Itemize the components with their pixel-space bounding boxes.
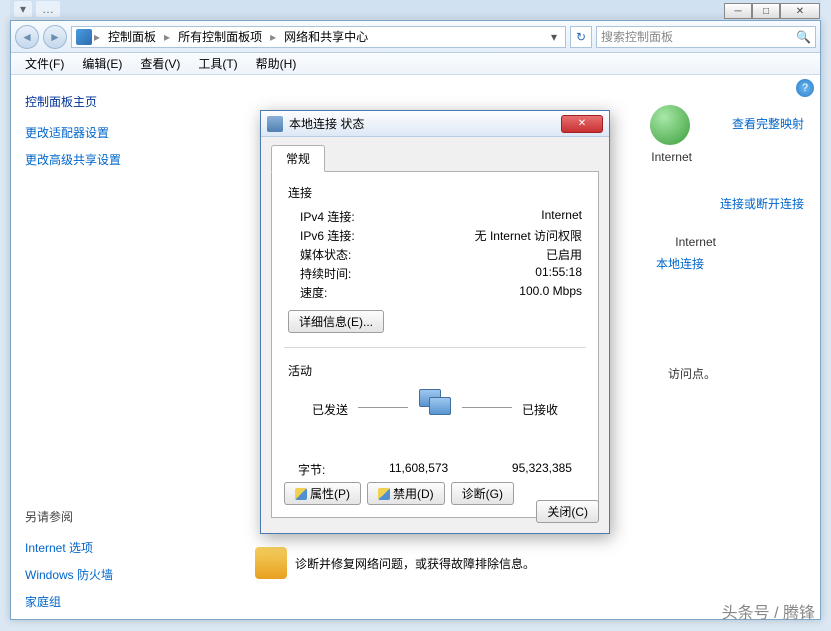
sidebar-heading: 控制面板主页 (25, 93, 197, 110)
menu-bar: 文件(F) 编辑(E) 查看(V) 工具(T) 帮助(H) (11, 53, 820, 75)
details-button[interactable]: 详细信息(E)... (288, 310, 384, 333)
speed-label: 速度: (288, 284, 327, 301)
connect-disconnect-link[interactable]: 连接或断开连接 (720, 195, 804, 212)
menu-help[interactable]: 帮助(H) (248, 53, 305, 74)
seealso-homegroup[interactable]: 家庭组 (25, 593, 197, 610)
dialog-close-ok-button[interactable]: 关闭(C) (536, 500, 599, 523)
divider (284, 347, 586, 348)
access-point-text: 访问点。 (668, 365, 716, 382)
troubleshoot-text: 诊断并修复网络问题，或获得故障排除信息。 (295, 555, 535, 572)
sidebar: 控制面板主页 更改适配器设置 更改高级共享设置 另请参阅 Internet 选项… (11, 75, 211, 619)
menu-view[interactable]: 查看(V) (132, 53, 188, 74)
bytes-recv-value: 95,323,385 (512, 461, 572, 478)
bytes-sent-value: 11,608,573 (389, 461, 448, 478)
control-panel-icon (76, 29, 92, 45)
breadcrumb[interactable]: 网络和共享中心 (278, 28, 374, 45)
seealso-internet-options[interactable]: Internet 选项 (25, 539, 197, 556)
forward-button[interactable]: ► (43, 25, 67, 49)
properties-button[interactable]: 属性(P) (284, 482, 361, 505)
view-full-map-link[interactable]: 查看完整映射 (732, 115, 804, 132)
menu-tools[interactable]: 工具(T) (190, 53, 245, 74)
browser-tabs-bg: ▾… (10, 0, 821, 18)
duration-value: 01:55:18 (535, 265, 582, 282)
tab-general[interactable]: 常规 (271, 145, 325, 172)
bytes-label: 字节: (298, 461, 325, 478)
network-activity-icon (413, 389, 457, 425)
close-window-button[interactable]: ✕ (780, 3, 820, 19)
ipv4-label: IPv4 连接: (288, 208, 355, 225)
search-input[interactable]: 搜索控制面板 🔍 (596, 26, 816, 48)
connection-icon (267, 116, 283, 132)
watermark: 头条号 / 腾锋 (722, 599, 815, 623)
diagnose-button[interactable]: 诊断(G) (451, 482, 514, 505)
back-button[interactable]: ◄ (15, 25, 39, 49)
ipv4-value: Internet (541, 208, 582, 225)
dialog-close-button[interactable]: ✕ (561, 115, 603, 133)
sidebar-link-sharing[interactable]: 更改高级共享设置 (25, 151, 197, 168)
dialog-tabs: 常规 (271, 145, 599, 172)
disable-button[interactable]: 禁用(D) (367, 482, 445, 505)
refresh-button[interactable]: ↻ (570, 26, 592, 48)
menu-edit[interactable]: 编辑(E) (74, 53, 130, 74)
speed-value: 100.0 Mbps (519, 284, 582, 301)
ipv6-value: 无 Internet 访问权限 (475, 227, 582, 244)
access-type: Internet (675, 235, 716, 249)
recv-label: 已接收 (522, 401, 558, 418)
chevron-right-icon: ▸ (164, 30, 170, 44)
address-bar[interactable]: ▸ 控制面板 ▸ 所有控制面板项 ▸ 网络和共享中心 ▾ (71, 26, 566, 48)
dialog-titlebar[interactable]: 本地连接 状态 ✕ (261, 111, 609, 137)
window-controls: ─ □ ✕ (724, 3, 820, 19)
search-placeholder: 搜索控制面板 (601, 28, 796, 45)
chevron-right-icon: ▸ (270, 30, 276, 44)
minimize-button[interactable]: ─ (724, 3, 752, 19)
dialog-title: 本地连接 状态 (289, 115, 364, 132)
seealso-heading: 另请参阅 (25, 508, 197, 525)
breadcrumb[interactable]: 控制面板 (102, 28, 162, 45)
media-state-value: 已启用 (546, 246, 582, 263)
troubleshoot-icon (255, 547, 287, 579)
navigation-bar: ◄ ► ▸ 控制面板 ▸ 所有控制面板项 ▸ 网络和共享中心 ▾ ↻ 搜索控制面… (11, 21, 820, 53)
search-icon: 🔍 (796, 30, 811, 44)
connection-status-dialog: 本地连接 状态 ✕ 常规 连接 IPv4 连接: Internet IPv6 连接… (260, 110, 610, 534)
internet-globe-icon (650, 105, 690, 145)
maximize-button[interactable]: □ (752, 3, 780, 19)
activity-graphic: 已发送 已接收 (288, 385, 582, 455)
address-dropdown-icon[interactable]: ▾ (547, 30, 561, 44)
help-icon[interactable]: ? (796, 79, 814, 97)
troubleshoot-row: 诊断并修复网络问题，或获得故障排除信息。 (255, 547, 535, 579)
sidebar-link-adapter[interactable]: 更改适配器设置 (25, 124, 197, 141)
media-state-label: 媒体状态: (288, 246, 351, 263)
breadcrumb[interactable]: 所有控制面板项 (172, 28, 268, 45)
sent-label: 已发送 (312, 401, 348, 418)
menu-file[interactable]: 文件(F) (17, 53, 72, 74)
seealso-firewall[interactable]: Windows 防火墙 (25, 566, 197, 583)
duration-label: 持续时间: (288, 265, 351, 282)
shield-icon (378, 488, 390, 500)
connection-section-heading: 连接 (288, 184, 582, 201)
internet-label: Internet (651, 150, 692, 164)
activity-section-heading: 活动 (288, 362, 582, 379)
local-connection-link[interactable]: 本地连接 (656, 255, 704, 272)
chevron-right-icon: ▸ (94, 30, 100, 44)
ipv6-label: IPv6 连接: (288, 227, 355, 244)
shield-icon (295, 488, 307, 500)
dialog-panel: 连接 IPv4 连接: Internet IPv6 连接: 无 Internet 访… (271, 172, 599, 518)
